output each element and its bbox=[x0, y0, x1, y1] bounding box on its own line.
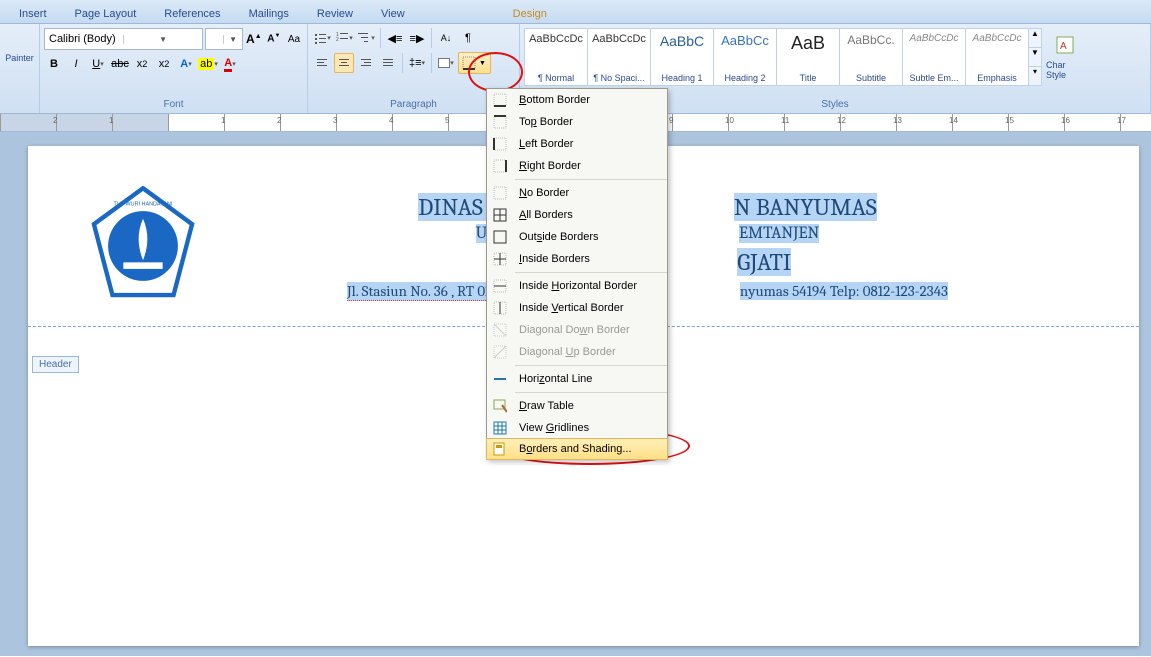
line-spacing-button[interactable]: ‡≡▾ bbox=[407, 53, 427, 73]
underline-button[interactable]: U▾ bbox=[88, 54, 108, 74]
styles-scroll-down[interactable]: ▼ bbox=[1029, 47, 1041, 66]
align-left-button[interactable] bbox=[312, 53, 332, 73]
style-item-0[interactable]: AaBbCcDc¶ Normal bbox=[524, 28, 588, 86]
borders-icon bbox=[461, 55, 477, 71]
text-effects-button[interactable]: A▾ bbox=[176, 54, 196, 74]
group-label-font: Font bbox=[44, 99, 303, 111]
font-name: Calibri (Body) bbox=[45, 33, 123, 45]
letterhead-logo: TUT WURI HANDAYANI bbox=[88, 186, 198, 306]
font-color-button[interactable]: A▾ bbox=[220, 54, 240, 74]
style-item-6[interactable]: AaBbCcDcSubtle Em... bbox=[902, 28, 966, 86]
highlight-button[interactable]: ab▾ bbox=[198, 54, 218, 74]
justify-button[interactable] bbox=[378, 53, 398, 73]
tab-references[interactable]: References bbox=[150, 4, 234, 23]
header-section-tag[interactable]: Header bbox=[32, 356, 79, 373]
subscript-button[interactable]: x2 bbox=[132, 54, 152, 74]
menu-left-border[interactable]: Left Border bbox=[487, 133, 667, 155]
style-item-1[interactable]: AaBbCcDc¶ No Spaci... bbox=[587, 28, 651, 86]
menu-outside-borders[interactable]: Outside Borders bbox=[487, 226, 667, 248]
style-item-2[interactable]: AaBbCHeading 1 bbox=[650, 28, 714, 86]
style-item-5[interactable]: AaBbCc.Subtitle bbox=[839, 28, 903, 86]
change-styles-button[interactable]: A Char Style bbox=[1042, 28, 1092, 86]
change-case-button[interactable]: Aa bbox=[285, 29, 303, 49]
tab-mailings[interactable]: Mailings bbox=[235, 4, 303, 23]
menu-all-borders[interactable]: All Borders bbox=[487, 204, 667, 226]
styles-gallery[interactable]: AaBbCcDc¶ NormalAaBbCcDc¶ No Spaci...AaB… bbox=[524, 28, 1028, 86]
numbering-button[interactable]: 12▾ bbox=[334, 28, 354, 48]
borders-dropdown-menu: Bottom Border Top Border Left Border Rig… bbox=[486, 88, 668, 460]
group-label-paragraph: Paragraph bbox=[312, 99, 515, 111]
chevron-down-icon: ▼ bbox=[123, 35, 202, 44]
menu-borders-and-shading[interactable]: Borders and Shading... bbox=[486, 438, 668, 460]
strikethrough-button[interactable]: abc bbox=[110, 54, 130, 74]
ribbon-tabstrip: Insert Page Layout References Mailings R… bbox=[0, 0, 1151, 24]
style-item-7[interactable]: AaBbCcDcEmphasis bbox=[965, 28, 1029, 86]
increase-indent-button[interactable]: ≡▶ bbox=[407, 28, 427, 48]
menu-draw-table[interactable]: Draw Table bbox=[487, 395, 667, 417]
bullets-button[interactable]: ▾ bbox=[312, 28, 332, 48]
menu-diagonal-up-border: Diagonal Up Border bbox=[487, 341, 667, 363]
svg-text:2: 2 bbox=[336, 37, 339, 43]
menu-top-border[interactable]: Top Border bbox=[487, 111, 667, 133]
menu-right-border[interactable]: Right Border bbox=[487, 155, 667, 177]
style-item-4[interactable]: AaBTitle bbox=[776, 28, 840, 86]
style-item-3[interactable]: AaBbCcHeading 2 bbox=[713, 28, 777, 86]
svg-text:A: A bbox=[1060, 41, 1067, 52]
menu-bottom-border[interactable]: Bottom Border bbox=[487, 89, 667, 111]
align-right-button[interactable] bbox=[356, 53, 376, 73]
tab-review[interactable]: Review bbox=[303, 4, 367, 23]
menu-view-gridlines[interactable]: View Gridlines bbox=[487, 417, 667, 439]
bold-button[interactable]: B bbox=[44, 54, 64, 74]
menu-inside-vertical-border[interactable]: Inside Vertical Border bbox=[487, 297, 667, 319]
menu-no-border[interactable]: No Border bbox=[487, 182, 667, 204]
styles-scroll-up[interactable]: ▲ bbox=[1029, 29, 1041, 47]
tab-insert[interactable]: Insert bbox=[5, 4, 61, 23]
align-center-button[interactable] bbox=[334, 53, 354, 73]
menu-inside-borders[interactable]: Inside Borders bbox=[487, 248, 667, 270]
grow-font-button[interactable]: A▲ bbox=[245, 29, 263, 49]
menu-inside-horizontal-border[interactable]: Inside Horizontal Border bbox=[487, 275, 667, 297]
styles-expand[interactable]: ▾ bbox=[1029, 66, 1041, 85]
tab-design[interactable]: Design bbox=[499, 4, 561, 23]
svg-text:TUT WURI HANDAYANI: TUT WURI HANDAYANI bbox=[114, 202, 173, 208]
shading-button[interactable]: ▾ bbox=[436, 53, 456, 73]
menu-horizontal-line[interactable]: Horizontal Line bbox=[487, 368, 667, 390]
font-size-combo[interactable]: ▼ bbox=[205, 28, 243, 50]
tab-view[interactable]: View bbox=[367, 4, 419, 23]
sort-button[interactable]: A↓ bbox=[436, 28, 456, 48]
italic-button[interactable]: I bbox=[66, 54, 86, 74]
multilevel-list-button[interactable]: ▾ bbox=[356, 28, 376, 48]
show-marks-button[interactable]: ¶ bbox=[458, 28, 478, 48]
menu-diagonal-down-border: Diagonal Down Border bbox=[487, 319, 667, 341]
decrease-indent-button[interactable]: ◀≡ bbox=[385, 28, 405, 48]
superscript-button[interactable]: x2 bbox=[154, 54, 174, 74]
borders-dropdown-button[interactable]: ▼ bbox=[458, 52, 491, 74]
change-styles-icon: A bbox=[1054, 34, 1080, 60]
tab-page-layout[interactable]: Page Layout bbox=[61, 4, 151, 23]
chevron-down-icon: ▼ bbox=[477, 60, 488, 67]
font-name-combo[interactable]: Calibri (Body) ▼ bbox=[44, 28, 203, 50]
shrink-font-button[interactable]: A▼ bbox=[265, 29, 283, 49]
chevron-down-icon: ▼ bbox=[223, 35, 241, 44]
group-font: Calibri (Body) ▼ ▼ A▲ A▼ Aa B I U▾ abc x… bbox=[40, 24, 308, 113]
